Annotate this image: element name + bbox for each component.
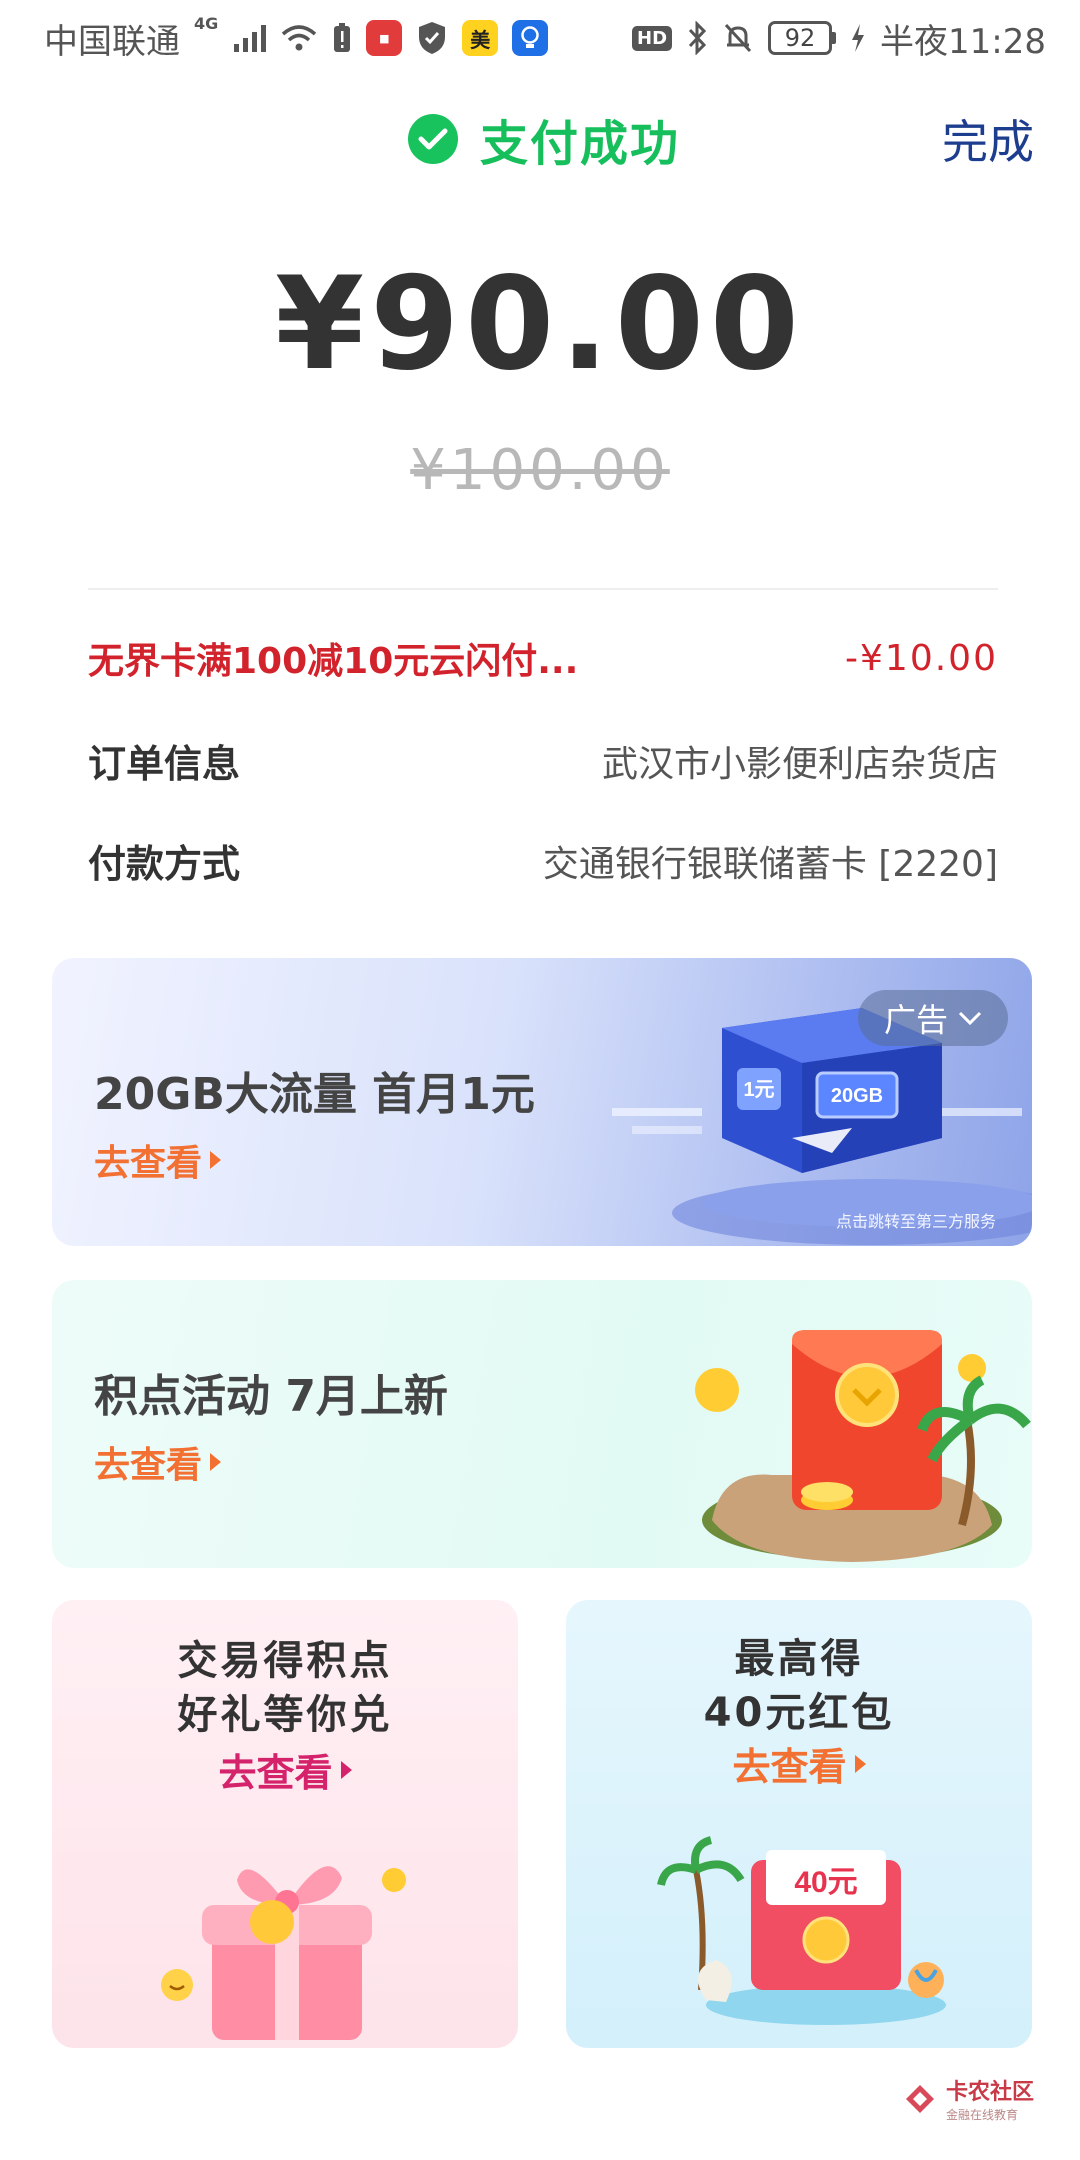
- data-plan-ad-banner[interactable]: 1元 20GB 20GB大流量 首月1元 去查看 广告 点击跳转至第三方服务: [52, 958, 1032, 1246]
- community-watermark: 卡农社区 金融在线教育: [902, 2074, 1034, 2123]
- kanong-logo-icon: [906, 2084, 934, 2113]
- discount-row[interactable]: 无界卡满100减10元云闪付... -¥10.00: [88, 632, 998, 684]
- banner-title: 20GB大流量 首月1元: [94, 1069, 535, 1120]
- ad-tag-label: 广告: [883, 1001, 948, 1039]
- payment-method-row: 付款方式 交通银行银联储蓄卡 [2220]: [88, 833, 998, 888]
- arrow-right-icon: [210, 1453, 222, 1471]
- shield-icon: [419, 22, 446, 54]
- card-line-2: 40元红包: [703, 1690, 895, 1736]
- arrow-right-icon: [210, 1151, 222, 1169]
- svg-text:40元: 40元: [794, 1866, 857, 1899]
- charging-icon: [852, 24, 865, 52]
- watermark-title: 卡农社区: [946, 2080, 1035, 2105]
- arrow-right-icon: [854, 1754, 866, 1773]
- ad-disclaimer: 点击跳转至第三方服务: [835, 1212, 996, 1231]
- signal-icon: [234, 24, 267, 52]
- clock: 半夜11:28: [880, 21, 1046, 62]
- view-link[interactable]: 去查看: [52, 1742, 518, 1797]
- divider: [88, 588, 998, 590]
- discount-label: 无界卡满100减10元云闪付...: [88, 641, 579, 682]
- network-type: 4G: [194, 13, 219, 33]
- hd-icon: HD: [632, 25, 673, 51]
- lightbulb-app-icon: [512, 20, 549, 56]
- points-activity-banner[interactable]: 积点活动 7月上新 去查看: [52, 1280, 1032, 1568]
- unionpay-app-icon: ■: [366, 20, 403, 56]
- battery-level: 92: [768, 21, 833, 55]
- red-envelope-island-illustration: [695, 1330, 1031, 1562]
- paid-amount: ¥90.00: [275, 250, 805, 399]
- points-exchange-card[interactable]: 交易得积点 好礼等你兑 去查看: [52, 1600, 518, 2048]
- result-header: 支付成功 完成: [0, 96, 1080, 176]
- order-info-value: 武汉市小影便利店杂货店: [601, 743, 998, 785]
- red-packet-card[interactable]: 最高得 40元红包 去查看 40元: [566, 1600, 1032, 2048]
- view-link-label: 去查看: [218, 1751, 333, 1795]
- red-packet-illustration: 40元: [657, 1836, 946, 2025]
- wifi-icon: [282, 25, 317, 51]
- view-link[interactable]: 去查看: [94, 1134, 222, 1186]
- banner-title: 积点活动 7月上新: [94, 1371, 448, 1422]
- card-line-1: 最高得: [734, 1636, 864, 1682]
- discount-value: -¥10.00: [845, 637, 998, 679]
- bluetooth-icon: [688, 21, 707, 55]
- svg-text:20GB: 20GB: [831, 1085, 883, 1107]
- view-link-label: 去查看: [94, 1445, 203, 1486]
- watermark-subtitle: 金融在线教育: [946, 2108, 1019, 2122]
- ad-tag[interactable]: 广告: [858, 990, 1008, 1046]
- meituan-app-icon: 美: [462, 20, 499, 56]
- payment-status: 支付成功: [408, 104, 680, 174]
- payment-method-label: 付款方式: [88, 842, 241, 886]
- svg-text:1元: 1元: [743, 1079, 774, 1101]
- status-title: 支付成功: [480, 116, 681, 172]
- original-amount: ¥100.00: [410, 438, 670, 503]
- check-circle-icon: [408, 114, 458, 164]
- arrow-right-icon: [340, 1760, 352, 1779]
- view-link[interactable]: 去查看: [566, 1736, 1032, 1791]
- battery-alert-icon: [334, 23, 351, 52]
- chevron-down-icon: [958, 1011, 982, 1025]
- view-link-label: 去查看: [94, 1143, 203, 1184]
- card-line-1: 交易得积点: [177, 1638, 393, 1684]
- view-link[interactable]: 去查看: [94, 1436, 222, 1488]
- order-info-label: 订单信息: [88, 742, 241, 786]
- battery-icon: 92: [768, 21, 837, 55]
- order-info-row: 订单信息 武汉市小影便利店杂货店: [88, 733, 998, 788]
- carrier-name: 中国联通: [44, 21, 180, 62]
- done-button[interactable]: 完成: [942, 106, 1034, 172]
- gift-box-illustration: [161, 1866, 406, 2040]
- view-link-label: 去查看: [732, 1745, 847, 1789]
- mute-bell-icon: [724, 23, 752, 53]
- payment-method-value: 交通银行银联储蓄卡 [2220]: [542, 843, 998, 885]
- card-line-2: 好礼等你兑: [177, 1692, 393, 1738]
- status-bar: 中国联通 4G ■ 美 HD 92 半夜11:28: [0, 0, 1080, 76]
